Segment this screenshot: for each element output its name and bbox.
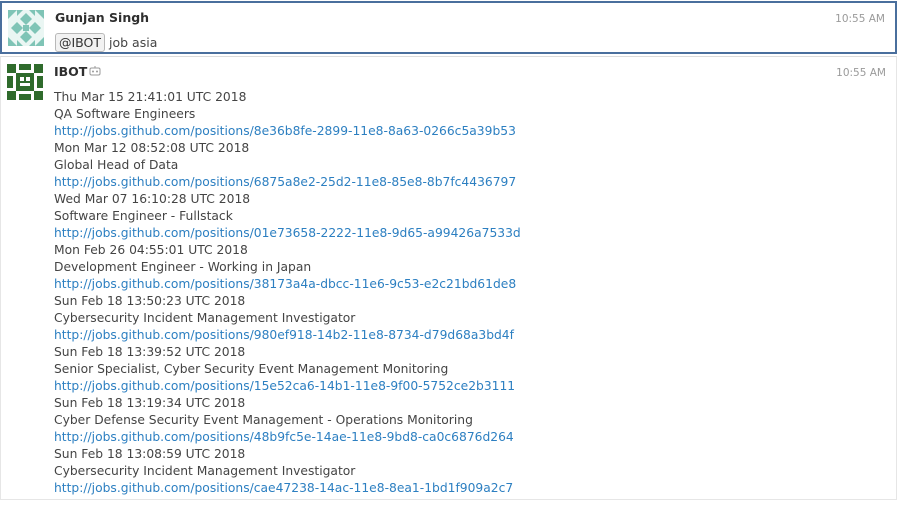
post-date: Sun Feb 18 13:19:34 UTC 2018	[54, 396, 246, 410]
avatar-ibot[interactable]	[7, 64, 43, 100]
post-date: Mon Feb 26 04:55:01 UTC 2018	[54, 243, 248, 257]
job-title: Cyber Defense Security Event Management …	[54, 413, 473, 427]
job-title: QA Software Engineers	[54, 107, 196, 121]
post-date: Sun Feb 18 13:50:23 UTC 2018	[54, 294, 246, 308]
message-timestamp: 10:55 AM	[835, 13, 885, 25]
message-author[interactable]: Gunjan Singh	[55, 10, 149, 25]
job-link[interactable]: http://jobs.github.com/positions/38173a4…	[54, 276, 521, 293]
job-title: Senior Specialist, Cyber Security Event …	[54, 362, 449, 376]
job-link[interactable]: http://jobs.github.com/positions/01e7365…	[54, 225, 521, 242]
job-title: Cybersecurity Incident Management Invest…	[54, 464, 356, 478]
job-link[interactable]: http://jobs.github.com/positions/15e52ca…	[54, 378, 521, 395]
job-title: Development Engineer - Working in Japan	[54, 260, 312, 274]
post-date: Wed Mar 07 16:10:28 UTC 2018	[54, 192, 251, 206]
job-title: Global Head of Data	[54, 158, 179, 172]
message-ibot[interactable]: IBOT 10:55 AM Thu Mar 15 21:41:01 UTC 20…	[0, 56, 897, 500]
job-title: Software Engineer - Fullstack	[54, 209, 233, 223]
post-date: Mon Mar 12 08:52:08 UTC 2018	[54, 141, 250, 155]
message-body: @IBOT job asia	[55, 33, 157, 52]
mention-chip[interactable]: @IBOT	[55, 33, 106, 52]
message-gunjan-singh[interactable]: Gunjan Singh 10:55 AM @IBOT job asia	[0, 1, 897, 54]
job-link[interactable]: http://jobs.github.com/positions/48b9fc5…	[54, 429, 521, 446]
message-author[interactable]: IBOT	[54, 64, 87, 79]
job-link[interactable]: http://jobs.github.com/positions/8e36b8f…	[54, 123, 521, 140]
post-date: Sun Feb 18 13:39:52 UTC 2018	[54, 345, 246, 359]
job-title: Cybersecurity Incident Management Invest…	[54, 311, 356, 325]
job-link[interactable]: http://jobs.github.com/positions/cae4723…	[54, 480, 521, 497]
post-date: Sun Feb 18 13:08:59 UTC 2018	[54, 447, 246, 461]
message-text: job asia	[109, 35, 158, 50]
avatar-gunjan-singh[interactable]	[8, 10, 44, 46]
message-body: Thu Mar 15 21:41:01 UTC 2018 QA Software…	[54, 89, 521, 497]
job-link[interactable]: http://jobs.github.com/positions/980ef91…	[54, 327, 521, 344]
post-date: Thu Mar 15 21:41:01 UTC 2018	[54, 90, 247, 104]
message-timestamp: 10:55 AM	[836, 67, 886, 79]
bot-icon	[89, 66, 101, 76]
job-link[interactable]: http://jobs.github.com/positions/6875a8e…	[54, 174, 521, 191]
